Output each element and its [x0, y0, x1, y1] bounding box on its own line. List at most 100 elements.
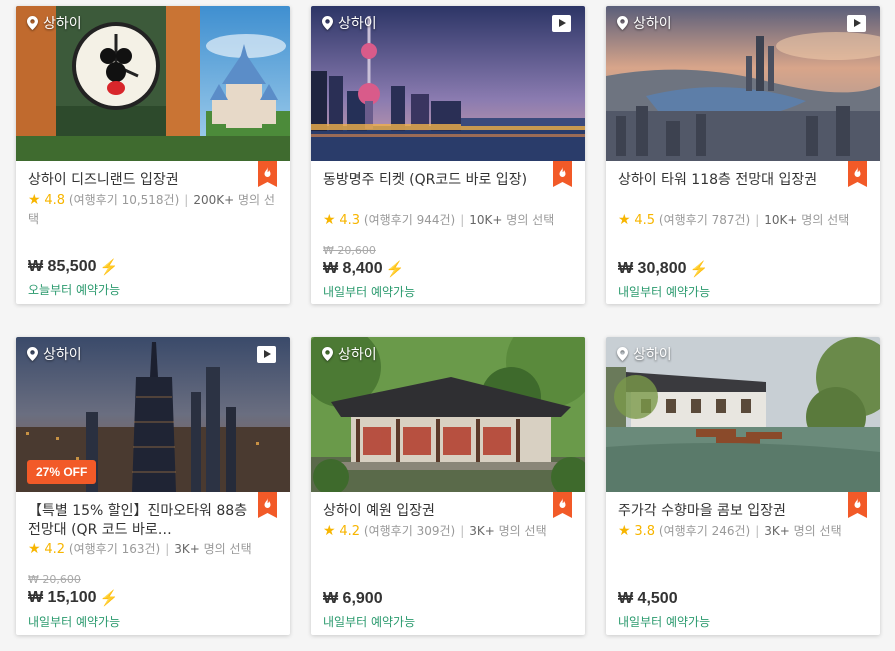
product-image[interactable]: 상하이: [16, 6, 290, 161]
map-pin-icon: [617, 347, 628, 361]
product-card-disneyland[interactable]: 상하이 상하이 디즈니랜드 입장권 ★ 4.8 (여행후기 10,518건) | 2…: [16, 6, 290, 304]
product-title[interactable]: 주가각 수향마을 콤보 입장권: [618, 502, 842, 521]
location-tag: 상하이: [617, 344, 672, 364]
booking-count: 3K+: [764, 524, 790, 538]
price-value: ₩ 8,400: [323, 260, 383, 277]
product-card-shanghai-tower[interactable]: 상하이 상하이 타워 118층 전망대 입장권 ★ 4.5 (여행후기 787건…: [606, 6, 880, 304]
play-icon[interactable]: [257, 346, 276, 363]
fire-badge-icon: [848, 161, 867, 187]
availability-text: 내일부터 예약가능: [28, 615, 121, 629]
price-row: ₩ 30,800 ⚡: [618, 260, 708, 278]
review-count: (여행후기 163건): [68, 542, 161, 556]
map-pin-icon: [617, 16, 628, 30]
price-value: ₩ 4,500: [618, 590, 678, 607]
rating-value: 4.8: [44, 193, 66, 208]
lightning-icon: ⚡: [99, 590, 119, 607]
product-title[interactable]: 상하이 디즈니랜드 입장권: [28, 171, 252, 190]
price-value: ₩ 85,500: [28, 258, 97, 275]
product-image[interactable]: 상하이 27% OFF: [16, 337, 290, 492]
booking-suffix: 명의 선택: [203, 542, 252, 556]
lightning-icon: ⚡: [385, 261, 405, 278]
lightning-icon: ⚡: [689, 261, 709, 278]
rating-value: 3.8: [634, 524, 656, 539]
booking-suffix: 명의 선택: [498, 524, 547, 538]
location-tag: 상하이: [322, 344, 377, 364]
location-tag: 상하이: [27, 344, 82, 364]
review-count: (여행후기 246건): [658, 524, 751, 538]
star-icon: ★: [618, 212, 631, 228]
location-label: 상하이: [338, 347, 377, 363]
original-price: ₩ 20,600: [28, 573, 81, 586]
booking-suffix: 명의 선택: [793, 524, 842, 538]
product-title[interactable]: 상하이 예원 입장권: [323, 502, 547, 521]
rating-row: ★ 3.8 (여행후기 246건) | 3K+ 명의 선택: [618, 523, 842, 539]
fire-badge-icon: [848, 492, 867, 518]
rating-row: ★ 4.5 (여행후기 787건) | 10K+ 명의 선택: [618, 212, 850, 228]
map-pin-icon: [27, 347, 38, 361]
availability-text: 내일부터 예약가능: [323, 285, 416, 299]
rating-row: ★ 4.2 (여행후기 309건) | 3K+ 명의 선택: [323, 523, 547, 539]
price-row: ₩ 6,900: [323, 590, 383, 608]
location-tag: 상하이: [322, 13, 377, 33]
fire-badge-icon: [258, 492, 277, 518]
rating-value: 4.2: [339, 524, 361, 539]
review-count: (여행후기 309건): [363, 524, 456, 538]
availability-text: 내일부터 예약가능: [323, 615, 416, 629]
availability-text: 내일부터 예약가능: [618, 285, 711, 299]
price-row: ₩ 4,500: [618, 590, 678, 608]
price-row: ₩ 8,400 ⚡: [323, 260, 404, 278]
rating-row: ★ 4.2 (여행후기 163건) | 3K+ 명의 선택: [28, 541, 252, 557]
rating-row: ★ 4.8 (여행후기 10,518건) | 200K+ 명의 선택: [28, 192, 275, 226]
location-label: 상하이: [338, 16, 377, 32]
map-pin-icon: [322, 347, 333, 361]
price-row: ₩ 15,100 ⚡: [28, 589, 118, 607]
star-icon: ★: [323, 523, 336, 539]
original-price: ₩ 20,600: [323, 244, 376, 257]
map-pin-icon: [322, 16, 333, 30]
product-title[interactable]: 상하이 타워 118층 전망대 입장권: [618, 171, 842, 190]
review-count: (여행후기 787건): [658, 213, 751, 227]
booking-count: 10K+: [764, 213, 798, 227]
availability-text: 오늘부터 예약가능: [28, 283, 121, 297]
product-image[interactable]: 상하이: [311, 6, 585, 161]
location-label: 상하이: [43, 16, 82, 32]
product-card-yuyuan-garden[interactable]: 상하이 상하이 예원 입장권 ★ 4.2 (여행후기 309건) | 3K+ 명의 …: [311, 337, 585, 635]
availability-text: 내일부터 예약가능: [618, 615, 711, 629]
booking-count: 3K+: [469, 524, 495, 538]
price-value: ₩ 30,800: [618, 260, 687, 277]
location-tag: 상하이: [617, 13, 672, 33]
star-icon: ★: [618, 523, 631, 539]
booking-suffix: 명의 선택: [506, 213, 555, 227]
price-value: ₩ 6,900: [323, 590, 383, 607]
review-count: (여행후기 10,518건): [68, 193, 180, 207]
booking-count: 3K+: [174, 542, 200, 556]
play-icon[interactable]: [847, 15, 866, 32]
product-image[interactable]: 상하이: [311, 337, 585, 492]
star-icon: ★: [28, 192, 41, 208]
play-icon[interactable]: [552, 15, 571, 32]
location-label: 상하이: [633, 347, 672, 363]
review-count: (여행후기 944건): [363, 213, 456, 227]
product-image[interactable]: 상하이: [606, 6, 880, 161]
price-row: ₩ 85,500 ⚡: [28, 258, 118, 276]
fire-badge-icon: [258, 161, 277, 187]
product-card-oriental-pearl[interactable]: 상하이 동방명주 티켓 (QR코드 바로 입장) ★ 4.3 (여행후기 944…: [311, 6, 585, 304]
product-card-zhujiajiao[interactable]: 상하이 주가각 수향마을 콤보 입장권 ★ 3.8 (여행후기 246건) | 3K…: [606, 337, 880, 635]
booking-suffix: 명의 선택: [801, 213, 850, 227]
location-label: 상하이: [633, 16, 672, 32]
fire-badge-icon: [553, 161, 572, 187]
price-value: ₩ 15,100: [28, 589, 97, 606]
product-image[interactable]: 상하이: [606, 337, 880, 492]
rating-row: ★ 4.3 (여행후기 944건) | 10K+ 명의 선택: [323, 212, 555, 228]
star-icon: ★: [28, 541, 41, 557]
star-icon: ★: [323, 212, 336, 228]
product-title[interactable]: 동방명주 티켓 (QR코드 바로 입장): [323, 171, 547, 190]
map-pin-icon: [27, 16, 38, 30]
fire-badge-icon: [553, 492, 572, 518]
booking-count: 200K+: [193, 193, 235, 207]
rating-value: 4.3: [339, 213, 361, 228]
product-card-jinmao-tower[interactable]: 상하이 27% OFF 【특별 15% 할인】진마오타워 88층 전망대 (QR…: [16, 337, 290, 635]
rating-value: 4.5: [634, 213, 656, 228]
lightning-icon: ⚡: [99, 259, 119, 276]
product-title[interactable]: 【특별 15% 할인】진마오타워 88층 전망대 (QR 코드 바로…: [28, 502, 252, 540]
